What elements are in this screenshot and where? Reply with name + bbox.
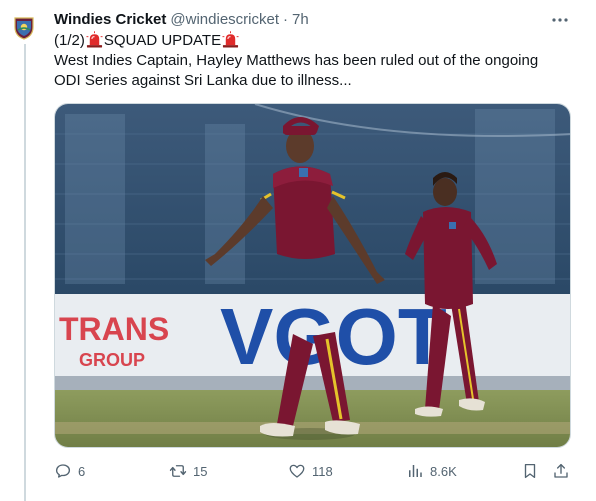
avatar[interactable] <box>11 15 37 41</box>
cricket-photo: TRANS GROUP VGOT <box>55 104 570 447</box>
like-count: 118 <box>312 463 333 479</box>
more-options-button[interactable] <box>550 10 570 30</box>
more-icon <box>552 18 568 22</box>
headline: SQUAD UPDATE <box>103 32 222 49</box>
reply-button[interactable]: 6 <box>54 460 85 482</box>
bookmark-button[interactable] <box>521 460 539 482</box>
board-left-title: TRANS <box>59 311 169 347</box>
reply-icon <box>55 464 71 478</box>
board-left-subtitle: GROUP <box>79 350 145 370</box>
share-button[interactable] <box>552 460 570 482</box>
views-count: 8.6K <box>430 463 457 479</box>
retweet-count: 15 <box>193 463 208 479</box>
windies-crest-icon <box>14 17 34 40</box>
timestamp[interactable]: 7h <box>292 11 309 28</box>
retweet-icon <box>169 465 187 477</box>
thread-line <box>24 44 26 501</box>
tweet-actions: 6 15 118 8.6K <box>54 460 574 482</box>
views-icon <box>409 465 422 477</box>
tweet-text: (1/2) SQUAD UPDATE West Indies Captain, … <box>54 31 574 91</box>
like-button[interactable]: 118 <box>288 460 333 482</box>
reply-count: 6 <box>78 463 86 479</box>
tweet-text-line-1: (1/2) SQUAD UPDATE <box>54 31 574 51</box>
share-icon <box>554 463 568 478</box>
bookmark-icon <box>524 463 536 479</box>
views-button[interactable]: 8.6K <box>406 460 457 482</box>
tweet-text-line-3: ODI Series against Sri Lanka due to illn… <box>54 72 352 89</box>
siren-icon <box>86 31 103 48</box>
thread-counter: (1/2) <box>54 32 85 49</box>
like-icon <box>289 464 305 478</box>
tweet-media-photo[interactable]: TRANS GROUP VGOT <box>54 103 571 448</box>
tweet-text-line-2: West Indies Captain, Hayley Matthews has… <box>54 52 539 69</box>
separator-dot: · <box>283 10 288 28</box>
siren-icon <box>222 31 239 48</box>
retweet-button[interactable]: 15 <box>169 460 207 482</box>
tweet-header: Windies Cricket @windiescricket · 7h <box>54 8 309 30</box>
author-name[interactable]: Windies Cricket <box>54 11 166 28</box>
author-handle[interactable]: @windiescricket <box>170 11 279 28</box>
